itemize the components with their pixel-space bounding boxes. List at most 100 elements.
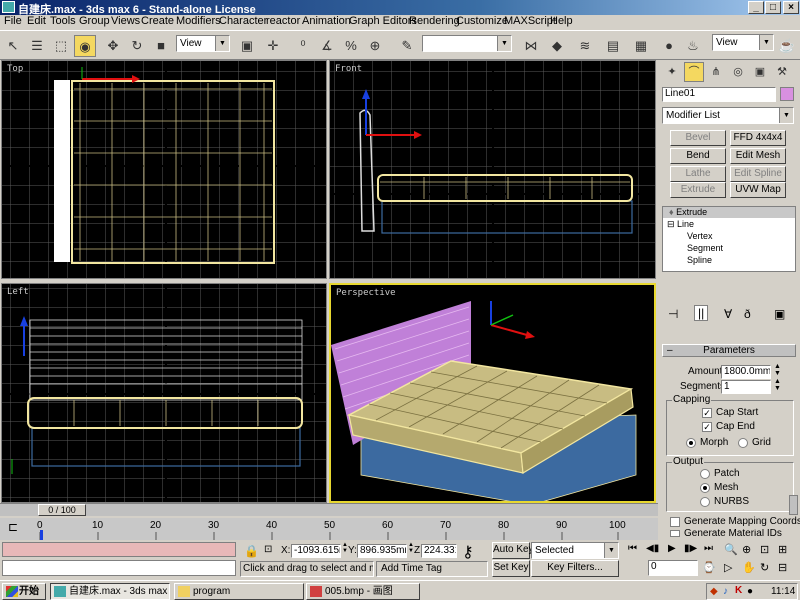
time-config-icon[interactable]: ⌚ <box>702 561 716 574</box>
menu-customize[interactable]: Customize <box>456 15 508 27</box>
lock-selection-icon[interactable]: 🔒 <box>244 544 259 558</box>
named-selection-sets-dropdown[interactable]: ▼ <box>422 35 512 52</box>
lathe-button[interactable]: Lathe <box>670 166 726 182</box>
viewport-left[interactable]: Left <box>1 283 327 503</box>
quick-render-icon[interactable]: ☕ <box>776 35 798 57</box>
maxscript-listener-pink[interactable] <box>2 542 236 557</box>
tray-app-icon[interactable]: ● <box>747 586 753 597</box>
remove-modifier-icon[interactable]: ð <box>744 307 751 321</box>
play-icon[interactable]: ▶ <box>668 543 676 554</box>
edit-named-selection-icon[interactable]: ✎ <box>396 35 418 57</box>
utilities-tab-icon[interactable]: ⚒ <box>772 62 792 82</box>
taskbar-paint[interactable]: 005.bmp - 画图 <box>306 583 420 600</box>
rectangular-selection-icon[interactable]: ⬚ <box>50 35 72 57</box>
spinner-snap-icon[interactable]: ⊕ <box>364 35 386 57</box>
make-unique-icon[interactable]: ∀ <box>724 307 732 321</box>
render-type-dropdown[interactable]: View ▼ <box>712 34 774 51</box>
patch-radio[interactable] <box>700 469 710 479</box>
pan-icon[interactable]: ✋ <box>742 561 756 574</box>
track-bar[interactable]: ⊏ 0 10 20 30 40 50 60 70 80 90 100 <box>0 518 658 540</box>
snaps-toggle-icon[interactable]: ⁰ <box>292 35 314 57</box>
morph-radio[interactable] <box>686 438 696 448</box>
segments-spinner[interactable]: 1 <box>721 380 771 394</box>
absolute-mode-icon[interactable]: ⊡ <box>264 544 272 555</box>
previous-frame-icon[interactable]: ◀▮ <box>646 543 659 554</box>
schematic-view-icon[interactable]: ▦ <box>630 35 652 57</box>
set-key-button[interactable]: Set Key <box>492 560 530 577</box>
taskbar-program[interactable]: program <box>174 583 304 600</box>
edit-mesh-button[interactable]: Edit Mesh <box>730 148 786 164</box>
create-tab-icon[interactable]: ✦ <box>662 62 682 82</box>
display-tab-icon[interactable]: ▣ <box>750 62 770 82</box>
select-and-scale-icon[interactable]: ■ <box>150 35 172 57</box>
percent-snap-icon[interactable]: % <box>340 35 362 57</box>
add-time-tag[interactable]: Add Time Tag <box>376 561 488 577</box>
menu-modifiers[interactable]: Modifiers <box>176 15 221 27</box>
menu-graph-editors[interactable]: Graph Editors <box>349 15 417 27</box>
viewport-perspective[interactable]: Perspective <box>329 283 656 503</box>
arc-rotate-icon[interactable]: ↻ <box>760 561 769 574</box>
zoom-extents-all-icon[interactable]: ⊞ <box>778 543 787 556</box>
material-editor-icon[interactable]: ● <box>658 35 680 57</box>
tray-network-icon[interactable]: ◆ <box>710 586 718 597</box>
goto-start-icon[interactable]: ⏮ <box>628 543 637 554</box>
minimize-button[interactable]: _ <box>748 1 764 14</box>
mirror-icon[interactable]: ⋈ <box>520 35 542 57</box>
taskbar-3dsmax[interactable]: 自建床.max - 3ds max 6... <box>50 583 170 600</box>
goto-end-icon[interactable]: ⏭ <box>704 543 713 554</box>
y-coordinate-field[interactable]: 896.935mm <box>357 544 407 558</box>
menu-character[interactable]: Character <box>219 15 267 27</box>
menu-views[interactable]: Views <box>111 15 140 27</box>
bend-button[interactable]: Bend <box>670 148 726 164</box>
auto-key-button[interactable]: Auto Key <box>492 542 534 559</box>
tray-speaker-icon[interactable]: ♪ <box>723 586 728 597</box>
select-and-rotate-icon[interactable]: ↻ <box>126 35 148 57</box>
modify-tab-icon[interactable]: ⌒ <box>684 62 704 82</box>
amount-spinner[interactable]: 1800.0mm <box>721 365 771 379</box>
generate-material-ids-checkbox[interactable] <box>670 530 680 537</box>
viewport-label-front[interactable]: Front <box>335 64 362 74</box>
stack-item-segment[interactable]: Segment <box>687 243 723 253</box>
object-name-field[interactable]: Line01 <box>662 87 776 102</box>
maxscript-listener-white[interactable] <box>2 560 236 576</box>
mesh-radio[interactable] <box>700 483 710 493</box>
menu-edit[interactable]: Edit <box>27 15 46 27</box>
stack-item-extrude[interactable]: ♦ Extrude <box>663 207 795 218</box>
next-frame-icon[interactable]: ▮▶ <box>684 543 697 554</box>
menu-reactor[interactable]: reactor <box>266 15 300 27</box>
stack-item-spline[interactable]: Spline <box>687 255 712 265</box>
key-filters-button[interactable]: Key Filters... <box>531 560 619 577</box>
select-object-icon[interactable]: ↖ <box>2 35 24 57</box>
viewport-label-top[interactable]: Top <box>7 64 23 74</box>
hierarchy-tab-icon[interactable]: ⋔ <box>706 62 726 82</box>
curve-editor-icon[interactable]: ▤ <box>602 35 624 57</box>
maximize-viewport-icon[interactable]: ⊟ <box>778 561 787 574</box>
amount-spinner-arrows[interactable]: ▲ ▼ <box>774 363 781 377</box>
viewport-front[interactable]: Front <box>329 60 656 279</box>
layer-manager-icon[interactable]: ≋ <box>574 35 596 57</box>
menu-group[interactable]: Group <box>79 15 110 27</box>
select-and-manipulate-icon[interactable]: ✛ <box>262 35 284 57</box>
menu-file[interactable]: File <box>4 15 22 27</box>
viewport-label-perspective[interactable]: Perspective <box>336 288 396 298</box>
bevel-button[interactable]: Bevel <box>670 130 726 146</box>
time-slider-thumb[interactable]: 0 / 100 <box>38 504 86 516</box>
menu-maxscript[interactable]: MAXScript <box>504 15 556 27</box>
field-of-view-icon[interactable]: ▷ <box>724 561 732 574</box>
align-icon[interactable]: ◆ <box>546 35 568 57</box>
reference-coordinate-dropdown[interactable]: View ▼ <box>176 35 230 52</box>
current-frame-field[interactable]: 0 <box>648 560 698 576</box>
segments-spinner-arrows[interactable]: ▲ ▼ <box>774 378 781 392</box>
window-crossing-icon[interactable]: ◉ <box>74 35 96 57</box>
maximize-button[interactable]: □ <box>765 1 781 14</box>
parameters-rollout-header[interactable]: – Parameters <box>662 344 796 357</box>
command-panel-scrollbar[interactable] <box>789 495 798 515</box>
viewport-top[interactable]: Top <box>1 60 327 279</box>
motion-tab-icon[interactable]: ◎ <box>728 62 748 82</box>
edit-spline-button[interactable]: Edit Spline <box>730 166 786 182</box>
z-coordinate-field[interactable]: 224.331m <box>421 544 457 558</box>
cap-start-checkbox[interactable]: ✓ <box>702 408 712 418</box>
uvw-map-button[interactable]: UVW Map <box>730 182 786 198</box>
menu-rendering[interactable]: Rendering <box>409 15 460 27</box>
extrude-button[interactable]: Extrude <box>670 182 726 198</box>
